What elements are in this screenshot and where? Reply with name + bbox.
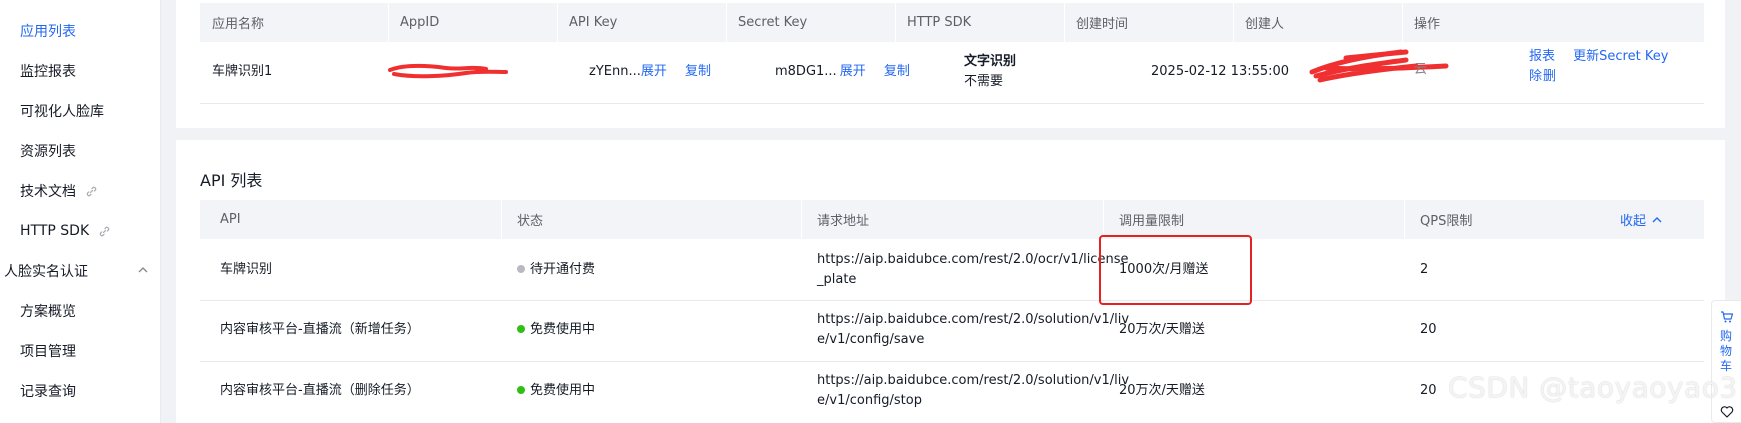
column-header: QPS限制	[1420, 214, 1473, 229]
column-header: 调用量限制	[1119, 214, 1185, 229]
watermark: CSDN @taoyaoyao3	[1448, 371, 1738, 404]
request-url: https://aip.baidubce.com/rest/2.0/soluti…	[817, 371, 1129, 411]
secret-key-cell: m8DG1... 展开 复制	[775, 62, 910, 82]
column-header: 操作	[1414, 17, 1441, 32]
column-header: API Key	[569, 15, 618, 30]
request-url-line: _plate	[817, 272, 857, 287]
sidebar-item-label: 技术文档	[20, 184, 76, 200]
sidebar-item-http-sdk[interactable]: HTTP SDK	[0, 211, 161, 251]
collapse-button[interactable]: 收起	[1620, 200, 1663, 239]
sidebar-item-monitor-report[interactable]: 监控报表	[0, 51, 161, 91]
sidebar-item-label: 可视化人脸库	[20, 104, 104, 120]
status-text: 免费使用中	[530, 322, 596, 337]
request-url: https://aip.baidubce.com/rest/2.0/soluti…	[817, 310, 1129, 350]
cart-label: 购物车	[1720, 329, 1733, 373]
sidebar-item-label: 项目管理	[20, 344, 76, 360]
sidebar-item-label: 方案概览	[20, 304, 76, 320]
sidebar-item-label: 监控报表	[20, 64, 76, 80]
delete-link-wrap[interactable]: 除	[1529, 67, 1542, 87]
call-limit: 20万次/天赠送	[1119, 322, 1205, 337]
report-link[interactable]: 报表	[1529, 49, 1555, 64]
request-url-line: https://aip.baidubce.com/rest/2.0/soluti…	[817, 373, 1130, 388]
request-url-line: https://aip.baidubce.com/rest/2.0/ocr/v1…	[817, 252, 1129, 267]
cart-icon	[1721, 311, 1734, 323]
api-name: 内容审核平台-直播流（新增任务）	[220, 322, 420, 337]
sidebar-item-record-query[interactable]: 记录查询	[0, 371, 161, 411]
column-header: 创建人	[1245, 17, 1285, 32]
app-table-header: 应用名称 AppID API Key Secret Key HTTP SDK 创…	[200, 3, 1704, 42]
app-name: 车牌识别1	[212, 64, 273, 79]
external-link-icon	[98, 225, 111, 238]
api-key-cell: zYEnn...展开 复制	[589, 62, 711, 82]
sidebar-item-label: 资源列表	[20, 144, 76, 160]
update-secret-key-link[interactable]: 更新Secret Key	[1573, 49, 1668, 64]
status-cell: 免费使用中	[517, 320, 595, 340]
column-header: 请求地址	[817, 214, 870, 229]
request-url: https://aip.baidubce.com/rest/2.0/ocr/v1…	[817, 250, 1128, 290]
qps-limit: 20	[1420, 322, 1437, 337]
request-url-line: https://aip.baidubce.com/rest/2.0/soluti…	[817, 312, 1130, 327]
created-time: 2025-02-12 13:55:00	[1151, 64, 1290, 79]
column-header: 应用名称	[212, 17, 265, 32]
api-key-expand-link[interactable]: 展开	[641, 64, 667, 79]
sidebar-item-face-library[interactable]: 可视化人脸库	[0, 91, 161, 131]
status-dot	[517, 265, 525, 273]
delete-link[interactable]: 删	[1543, 69, 1556, 84]
action-cell: 报表 更新Secret Key 删	[1529, 47, 1689, 87]
section-title: API 列表	[200, 171, 263, 190]
secret-key-copy-link[interactable]: 复制	[884, 64, 910, 79]
api-name: 车牌识别	[220, 262, 273, 277]
sidebar: 应用列表 监控报表 可视化人脸库 资源列表 技术文档 HTTP SDK 人脸实名…	[0, 0, 161, 423]
status-cell: 免费使用中	[517, 381, 595, 401]
collapse-label: 收起	[1620, 214, 1647, 229]
redacted-creator	[1309, 49, 1449, 83]
status-cell: 待开通付费	[517, 260, 595, 280]
sidebar-item-label: 记录查询	[20, 384, 76, 400]
chevron-up-icon	[137, 264, 149, 276]
highlight-annotation	[1099, 235, 1252, 305]
column-header: 状态	[517, 214, 544, 229]
secret-key-value: m8DG1...	[775, 64, 837, 79]
sidebar-group-label: 人脸实名认证	[4, 264, 88, 280]
column-header: API	[220, 212, 241, 227]
api-key-copy-link[interactable]: 复制	[685, 64, 711, 79]
heart-icon[interactable]	[1720, 405, 1734, 418]
qps-limit: 20	[1420, 383, 1437, 398]
app-table-card: 应用名称 AppID API Key Secret Key HTTP SDK 创…	[176, 0, 1725, 128]
column-header: AppID	[400, 15, 440, 30]
creator-suffix: 云	[1414, 62, 1428, 77]
status-text: 待开通付费	[530, 262, 596, 277]
api-table-header: API 状态 请求地址 调用量限制 QPS限制 收起	[200, 200, 1704, 239]
sidebar-item-project-management[interactable]: 项目管理	[0, 331, 161, 371]
column-header: Secret Key	[738, 15, 808, 30]
shopping-cart-tab[interactable]: 购物车	[1711, 300, 1741, 423]
redacted-appid	[388, 64, 508, 79]
status-text: 免费使用中	[530, 383, 596, 398]
request-url-line: e/v1/config/stop	[817, 393, 922, 408]
sdk-name: 文字识别	[964, 54, 1017, 69]
call-limit: 20万次/天赠送	[1119, 383, 1205, 398]
secret-key-expand-link[interactable]: 展开	[840, 64, 866, 79]
status-dot	[517, 386, 525, 394]
column-header: HTTP SDK	[907, 15, 972, 30]
sdk-status: 不需要	[964, 74, 1004, 89]
sidebar-group-face-verification[interactable]: 人脸实名认证	[0, 251, 161, 291]
external-link-icon	[85, 185, 98, 198]
sidebar-item-label: 应用列表	[20, 24, 76, 40]
request-url-line: e/v1/config/save	[817, 332, 925, 347]
sidebar-item-tech-docs[interactable]: 技术文档	[0, 171, 161, 211]
api-name: 内容审核平台-直播流（删除任务）	[220, 383, 420, 398]
sidebar-item-solution-overview[interactable]: 方案概览	[0, 291, 161, 331]
sidebar-item-resource-list[interactable]: 资源列表	[0, 131, 161, 171]
chevron-up-icon	[1652, 216, 1662, 222]
sidebar-item-label: HTTP SDK	[20, 223, 90, 239]
column-header: 创建时间	[1076, 17, 1129, 32]
api-key-value: zYEnn...	[589, 64, 641, 79]
qps-limit: 2	[1420, 262, 1429, 277]
status-dot	[517, 325, 525, 333]
sidebar-item-app-list[interactable]: 应用列表	[0, 11, 161, 51]
